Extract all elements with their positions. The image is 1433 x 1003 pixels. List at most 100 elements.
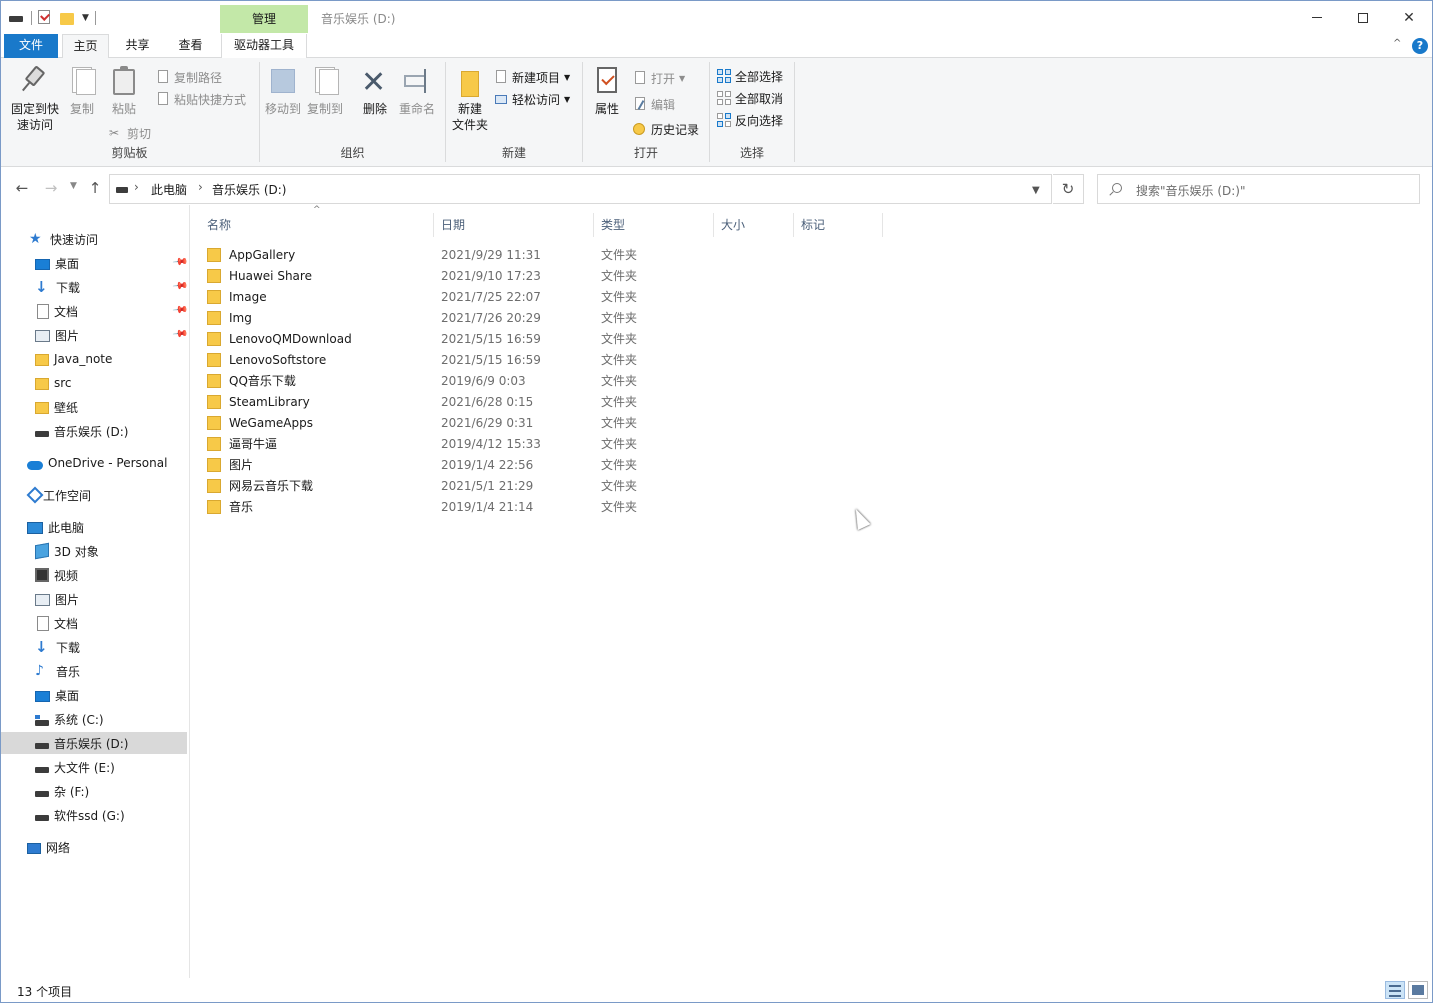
file-row[interactable]: QQ音乐下载 2019/6/9 0:03 文件夹 [207,370,897,391]
file-row[interactable]: LenovoQMDownload 2021/5/15 16:59 文件夹 [207,328,897,349]
nav-item-drive-e[interactable]: 大文件 (E:) [1,756,187,778]
select-all-label: 全部选择 [735,69,784,84]
properties-icon[interactable] [38,10,54,26]
tab-home[interactable]: 主页 [62,34,109,59]
group-organize: 移动到 复制到 ✕ 删除 重命名 组织 [260,61,445,165]
nav-item-drive-d[interactable]: 音乐娱乐 (D:) [1,732,187,754]
nav-item-downloads[interactable]: ↓ 下载 📌 [1,276,189,298]
large-icons-view-button[interactable] [1408,981,1428,999]
tab-drive-tools[interactable]: 驱动器工具 [221,34,307,58]
nav-item-drive-f[interactable]: 杂 (F:) [1,780,187,802]
breadcrumb-chevron-icon[interactable]: › [134,180,139,194]
nav-quick-access[interactable]: ★ 快速访问 [1,228,187,250]
column-header-date[interactable]: 日期 [435,213,594,237]
nav-item-documents[interactable]: 文档 📌 [1,300,189,322]
address-history-chevron-icon[interactable]: ▼ [1032,185,1040,196]
nav-item-pc-pictures[interactable]: 图片 [1,588,187,610]
forward-button[interactable]: → [42,179,60,197]
drive-icon[interactable] [9,10,25,26]
nav-item-videos[interactable]: 视频 [1,564,187,586]
file-type: 文件夹 [601,248,638,262]
breadcrumb-drive-d[interactable]: 音乐娱乐 (D:) [212,181,286,198]
column-header-name[interactable]: 名称 [201,213,434,237]
file-row[interactable]: 网易云音乐下载 2021/5/1 21:29 文件夹 [207,475,897,496]
nav-item-desktop[interactable]: 桌面 📌 [1,252,189,274]
easy-access-button[interactable]: 轻松访问 ▼ [494,89,570,109]
breadcrumb-this-pc[interactable]: 此电脑 [151,181,187,198]
file-row[interactable]: 图片 2019/1/4 22:56 文件夹 [207,454,897,475]
file-row[interactable]: Huawei Share 2021/9/10 17:23 文件夹 [207,265,897,286]
rename-button[interactable]: 重命名 [396,65,438,117]
copy-path-label: 复制路径 [174,70,223,85]
pin-to-quick-access-button[interactable]: 固定到快 速访问 [7,65,63,133]
nav-item-3d-objects[interactable]: 3D 对象 [1,540,187,562]
paste-shortcut-button[interactable]: 粘贴快捷方式 [156,89,246,109]
back-button[interactable]: ← [13,179,31,197]
new-folder-button[interactable]: 新建 文件夹 [450,65,490,133]
nav-onedrive[interactable]: OneDrive - Personal [1,452,187,474]
close-button[interactable]: ✕ [1386,1,1432,34]
file-row[interactable]: WeGameApps 2021/6/29 0:31 文件夹 [207,412,897,433]
nav-item-drive-d-quick[interactable]: 音乐娱乐 (D:) [1,420,187,442]
search-input[interactable]: 搜索"音乐娱乐 (D:)" [1136,182,1246,199]
column-header-size[interactable]: 大小 [715,213,794,237]
minimize-button[interactable] [1294,1,1340,34]
file-row[interactable]: 逼哥牛逼 2019/4/12 15:33 文件夹 [207,433,897,454]
copy-button[interactable]: 复制 [63,65,101,117]
nav-item-pc-documents[interactable]: 文档 [1,612,187,634]
file-row[interactable]: 音乐 2019/1/4 21:14 文件夹 [207,496,897,517]
delete-button[interactable]: ✕ 删除 [356,65,394,117]
nav-item-drive-g[interactable]: 软件ssd (G:) [1,804,187,826]
nav-item-pictures[interactable]: 图片 📌 [1,324,189,346]
nav-workspace[interactable]: 工作空间 [1,484,187,506]
search-box[interactable]: 搜索"音乐娱乐 (D:)" [1097,174,1420,204]
file-row[interactable]: LenovoSoftstore 2021/5/15 16:59 文件夹 [207,349,897,370]
recent-locations-chevron-icon[interactable]: ▼ [70,181,77,191]
select-all-button[interactable]: 全部选择 [717,66,783,86]
tab-share[interactable]: 共享 [114,34,161,58]
copy-path-icon [156,70,170,84]
nav-item-src[interactable]: src [1,372,187,394]
properties-button[interactable]: 属性 [589,65,625,117]
collapse-ribbon-chevron-icon[interactable]: ^ [1393,38,1401,49]
file-row[interactable]: SteamLibrary 2021/6/28 0:15 文件夹 [207,391,897,412]
new-folder-icon[interactable] [60,10,76,26]
file-row[interactable]: AppGallery 2021/9/29 11:31 文件夹 [207,244,897,265]
column-header-tags[interactable]: 标记 [795,213,883,237]
maximize-button[interactable] [1340,1,1386,34]
nav-this-pc[interactable]: 此电脑 [1,516,187,538]
nav-item-pc-downloads[interactable]: ↓ 下载 [1,636,187,658]
copy-to-button[interactable]: 复制到 [306,65,344,117]
group-clipboard: 固定到快 速访问 复制 粘贴 复制路径 粘贴快捷方式 ✂ 剪切 剪贴板 [1,61,258,165]
tab-file[interactable]: 文件 [4,34,58,58]
file-row[interactable]: Img 2021/7/26 20:29 文件夹 [207,307,897,328]
select-none-button[interactable]: 全部取消 [717,88,783,108]
invert-selection-button[interactable]: 反向选择 [717,110,783,130]
cut-button[interactable]: ✂ 剪切 [109,123,151,143]
nav-item-drive-c[interactable]: 系统 (C:) [1,708,187,730]
history-label: 历史记录 [651,122,700,137]
paste-button[interactable]: 粘贴 [105,65,143,117]
new-item-button[interactable]: 新建项目 ▼ [494,67,570,87]
column-header-type[interactable]: 类型 [595,213,714,237]
nav-item-java-note[interactable]: Java_note [1,348,187,370]
file-date: 2021/5/15 16:59 [441,331,541,346]
nav-item-music[interactable]: ♪ 音乐 [1,660,187,682]
nav-item-wallpaper[interactable]: 壁纸 [1,396,187,418]
breadcrumb-chevron-icon[interactable]: › [198,180,203,194]
open-button[interactable]: 打开 ▼ [633,68,685,88]
details-view-button[interactable] [1385,981,1405,999]
nav-item-pc-desktop[interactable]: 桌面 [1,684,187,706]
address-bar[interactable]: › 此电脑 › 音乐娱乐 (D:) ▼ [109,174,1052,204]
file-row[interactable]: Image 2021/7/25 22:07 文件夹 [207,286,897,307]
refresh-button[interactable]: ↻ [1053,174,1084,204]
edit-button[interactable]: 编辑 [633,94,675,114]
help-icon[interactable]: ? [1412,38,1428,54]
history-button[interactable]: 历史记录 [633,119,699,139]
tab-view[interactable]: 查看 [167,34,214,58]
up-button[interactable]: ↑ [86,179,104,197]
customize-qat-chevron-icon[interactable]: ▼ [82,13,89,23]
copy-path-button[interactable]: 复制路径 [156,67,222,87]
nav-network[interactable]: 网络 [1,836,187,858]
move-to-button[interactable]: 移动到 [264,65,302,117]
